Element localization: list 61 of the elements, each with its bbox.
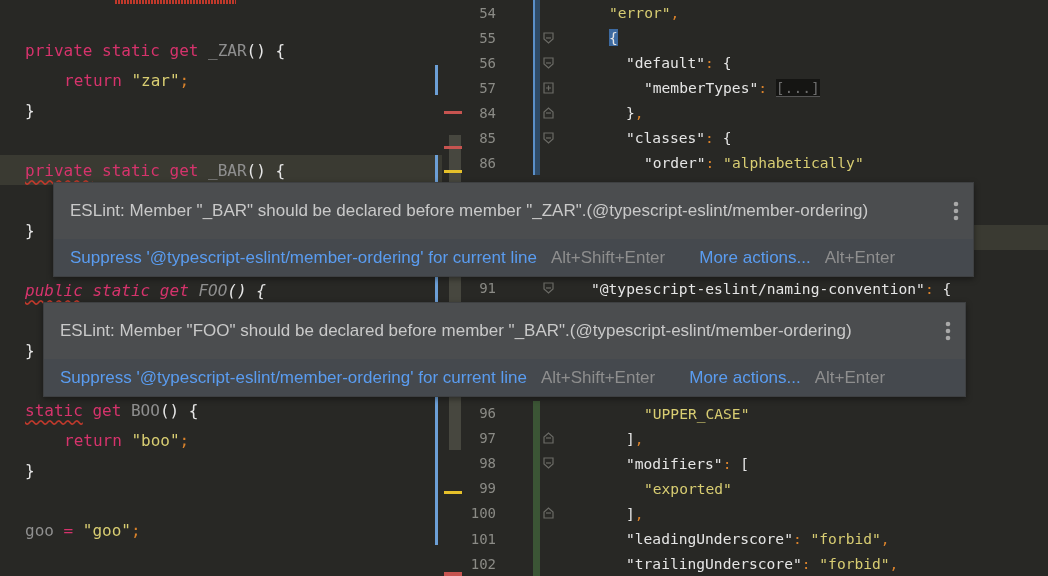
code-line: "@typescript-eslint/naming-convention": { [591, 279, 952, 297]
line-number: 91 [478, 280, 496, 297]
code-line: "memberTypes": [...] [644, 79, 820, 98]
shortcut-hint: Alt+Enter [814, 367, 886, 388]
action-link[interactable]: Suppress '@typescript-eslint/member-ordering' for current line [60, 367, 527, 388]
code-line: "exported" [644, 479, 732, 497]
line-number: 54 [478, 4, 496, 21]
code-line: "modifiers": [ [626, 454, 750, 472]
code-line: "default": { [626, 54, 732, 72]
line-number: 84 [478, 104, 496, 121]
code-line: } [25, 220, 35, 240]
shortcut-hint: Alt+Shift+Enter [550, 247, 666, 268]
fold-icon[interactable] [542, 56, 554, 69]
line-number: 85 [478, 129, 496, 146]
code-line: } [25, 340, 35, 360]
code-line: } [25, 100, 35, 120]
error-message: ESLint: Member "_BAR" should be declared before member "_ZAR".(@typescript-eslint/member-ordering) [70, 201, 869, 221]
fold-icon[interactable] [542, 457, 554, 470]
shortcut-hint: Alt+Shift+Enter [540, 367, 656, 388]
line-number: 55 [478, 29, 496, 46]
more-options-icon[interactable] [945, 321, 951, 341]
code-line: ], [626, 504, 644, 522]
fold-icon[interactable] [542, 31, 554, 44]
code-line: return "boo"; [64, 430, 190, 450]
code-line: "error", [609, 4, 680, 21]
fold-icon[interactable] [542, 106, 554, 119]
action-link[interactable]: Suppress '@typescript-eslint/member-ordering' for current line [70, 247, 537, 268]
line-number: 56 [478, 54, 496, 71]
action-link[interactable]: More actions... [689, 367, 801, 388]
line-number: 98 [478, 455, 496, 472]
fold-icon[interactable] [542, 507, 554, 520]
code-line: } [25, 460, 35, 480]
line-number: 99 [478, 480, 496, 497]
code-line: }, [626, 104, 644, 122]
line-number: 101 [469, 530, 496, 547]
fold-icon[interactable] [542, 131, 554, 144]
line-number: 100 [469, 505, 496, 522]
code-line: static get BOO() { [25, 400, 199, 420]
line-number: 97 [478, 430, 496, 447]
fold-icon[interactable] [542, 282, 554, 295]
line-number: 86 [478, 154, 496, 171]
code-line: "order": "alphabetically" [644, 154, 864, 172]
code-line: goo = "goo"; [25, 520, 141, 540]
line-number: 102 [469, 555, 496, 572]
code-line: public static get FOO() { [25, 280, 266, 300]
action-link[interactable]: More actions... [699, 247, 811, 268]
line-number: 57 [478, 79, 496, 96]
more-options-icon[interactable] [953, 201, 959, 221]
shortcut-hint: Alt+Enter [824, 247, 896, 268]
code-line: return "zar"; [64, 70, 190, 90]
fold-icon[interactable] [542, 432, 554, 445]
code-line: "UPPER_CASE" [644, 404, 750, 422]
code-line: private static get _ZAR() { [25, 40, 286, 60]
code-line: ], [626, 429, 644, 447]
code-line: "classes": { [626, 129, 732, 147]
code-line: private static get _BAR() { [25, 160, 286, 180]
expand-icon[interactable] [542, 81, 554, 94]
code-line: "trailingUnderscore": "forbid", [626, 555, 899, 573]
error-message: ESLint: Member "FOO" should be declared before member "_BAR".(@typescript-eslint/member-ordering) [60, 321, 852, 341]
line-number: 96 [478, 405, 496, 422]
code-line: "leadingUnderscore": "forbid", [626, 530, 890, 547]
